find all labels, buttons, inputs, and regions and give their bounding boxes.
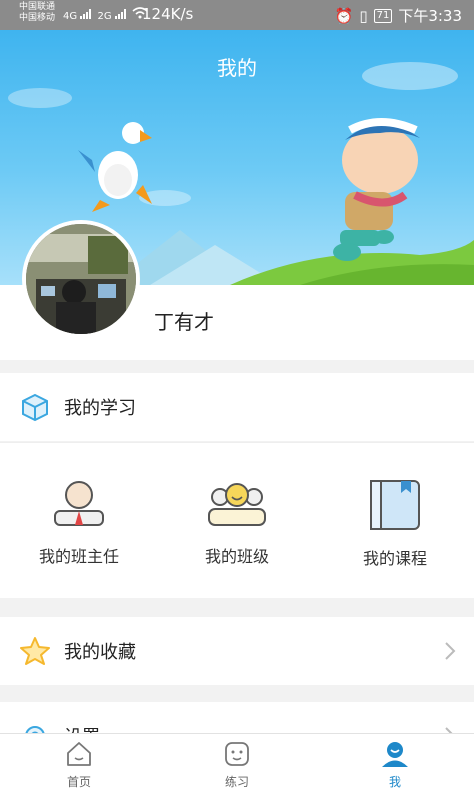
network-type-1: 4G bbox=[63, 11, 78, 22]
signal-icon bbox=[80, 9, 92, 19]
grid-item-class[interactable]: 我的班级 bbox=[172, 479, 302, 567]
grid-label-teacher: 我的班主任 bbox=[38, 547, 119, 566]
tab-practice[interactable]: 练习 bbox=[192, 740, 282, 790]
vibrate-icon: ▯ bbox=[359, 6, 368, 25]
user-icon bbox=[382, 742, 408, 767]
page-title: 我的 bbox=[217, 56, 257, 80]
cartoon-boy-icon bbox=[333, 118, 420, 261]
alarm-icon: ⏰ bbox=[334, 6, 354, 25]
tab-practice-label: 练习 bbox=[224, 775, 249, 789]
tab-me[interactable]: 我 bbox=[350, 740, 440, 790]
network-type-2: 2G bbox=[97, 11, 112, 22]
grid-label-course: 我的课程 bbox=[362, 549, 427, 568]
cube-icon bbox=[18, 390, 52, 424]
grid-label-class: 我的班级 bbox=[204, 547, 269, 566]
class-icon bbox=[208, 483, 266, 526]
avatar-photo bbox=[26, 224, 136, 334]
favorites-row[interactable]: 我的收藏 bbox=[0, 617, 474, 685]
signal-icon-2 bbox=[114, 9, 126, 19]
status-bar: 中国联通 中国移动 4G 2G 124K/s ⏰ ▯ 71 下午3:33 bbox=[0, 0, 474, 30]
clock: 下午3:33 bbox=[398, 7, 462, 25]
carrier-1: 中国联通 bbox=[19, 2, 56, 12]
tab-home-label: 首页 bbox=[66, 775, 91, 789]
battery-icon: 71 bbox=[373, 8, 393, 23]
grid-item-teacher[interactable]: 我的班主任 bbox=[14, 479, 144, 567]
study-grid: 我的班主任 我的班级 我的课程 bbox=[0, 442, 474, 598]
network-speed: 124K/s bbox=[142, 5, 194, 23]
tab-home[interactable]: 首页 bbox=[34, 740, 124, 790]
avatar[interactable] bbox=[22, 220, 140, 338]
carrier-2: 中国移动 bbox=[19, 13, 56, 23]
home-icon bbox=[67, 742, 91, 766]
chevron-right-icon bbox=[445, 642, 456, 660]
teacher-icon bbox=[54, 481, 104, 526]
star-icon bbox=[18, 634, 52, 668]
my-study-label: 我的学习 bbox=[64, 398, 136, 419]
bottom-tab-bar: 首页 练习 我 bbox=[0, 733, 474, 794]
signal-icons: 4G 2G bbox=[63, 7, 148, 22]
book-icon bbox=[370, 480, 420, 530]
carrier-labels: 中国联通 中国移动 bbox=[19, 2, 55, 24]
favorites-label: 我的收藏 bbox=[64, 642, 136, 663]
status-right: ⏰ ▯ 71 下午3:33 bbox=[335, 5, 462, 26]
my-study-row: 我的学习 bbox=[0, 373, 474, 441]
practice-icon bbox=[225, 742, 249, 766]
grid-item-course[interactable]: 我的课程 bbox=[330, 479, 460, 569]
username: 丁有才 bbox=[154, 310, 214, 334]
tab-me-label: 我 bbox=[388, 775, 401, 789]
